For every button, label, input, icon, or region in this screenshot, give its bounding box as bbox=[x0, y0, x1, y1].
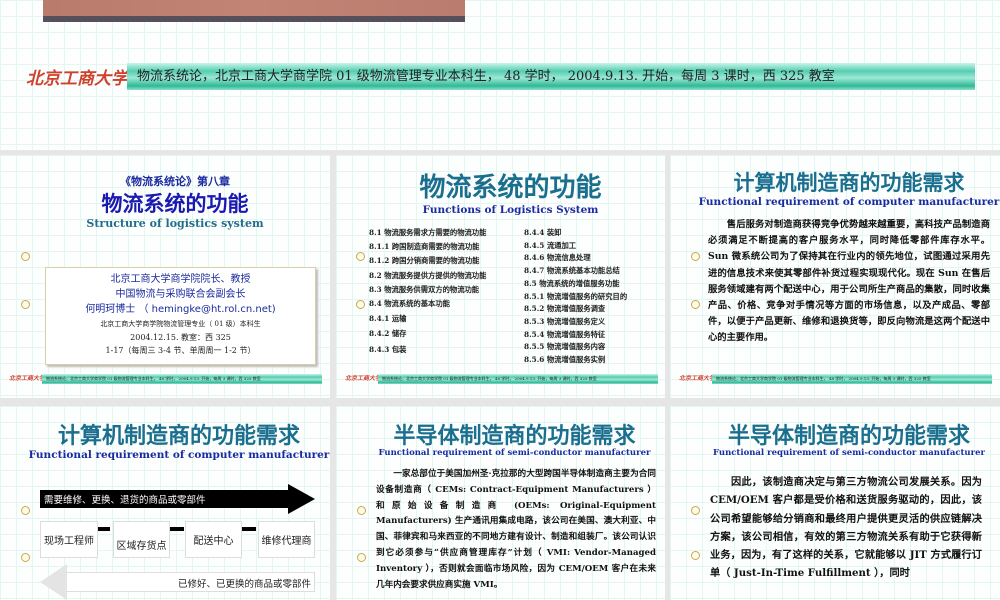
author-info-box: 北京工商大学商学院院长、教授 中国物流与采购联合会副会长 何明珂博士 （ hem… bbox=[45, 267, 316, 365]
slide-body-text: 售后服务对制造商获得竞争优势越来越重要，高科技产品制造商必须满足不断提高的客户服… bbox=[708, 219, 990, 344]
footer-banner-text: 物流系统论，北京工商大学商学院 01 级物流管理专业本科生， 48 学时， 20… bbox=[382, 376, 597, 381]
bullet-icon bbox=[357, 506, 366, 515]
slide-title: 物流系统的功能 bbox=[101, 191, 249, 216]
slide-thumbnail-top[interactable]: 北京工商大学 物流系统论，北京工商大学商学院 01 级物流管理专业本科生， 48… bbox=[0, 0, 1000, 150]
info-line: 2004.12.15. 教室：西 325 bbox=[130, 333, 231, 342]
bullet-icon bbox=[21, 553, 30, 562]
info-line: 1-17（每周三 3-4 节、单周周一 1-2 节） bbox=[105, 346, 256, 355]
slide-title: 计算机制造商的功能需求 bbox=[57, 423, 300, 449]
slide-subtitle: Functional requirement of computer manuf… bbox=[28, 449, 330, 461]
footer-banner-text: 物流系统论，北京工商大学商学院 01 级物流管理专业本科生， 48 学时， 20… bbox=[46, 376, 261, 381]
forward-flow-arrow: 需要维修、更换、退货的商品或零部件 bbox=[40, 484, 315, 514]
footer-logo: 北京工商大学 bbox=[9, 375, 46, 382]
toc-left-column: 8.1 物流服务需求方需要的物流功能 8.1.1 跨国制造商需要的物流功能 8.… bbox=[369, 226, 486, 357]
slide-body-text: 因此，该制造商决定与第三方物流公司发展关系。因为 CEM/OEM 客户都是受价格… bbox=[710, 476, 982, 580]
slide-title: 物流系统的功能 bbox=[419, 173, 602, 203]
footer-banner: 物流系统论，北京工商大学商学院 01 级物流管理专业本科生， 48 学时， 20… bbox=[378, 374, 658, 384]
toc-item[interactable]: 8.5.4 物流增值服务特征 bbox=[524, 329, 627, 342]
toc-item[interactable]: 8.4.3 包装 bbox=[369, 343, 486, 357]
bullet-icon bbox=[21, 300, 30, 309]
toc-item[interactable]: 8.4.1 运输 bbox=[369, 312, 486, 326]
footer-banner: 物流系统论，北京工商大学商学院 01 级物流管理专业本科生， 48 学时， 20… bbox=[712, 374, 992, 384]
return-flow-label: 已修好、已更换的商品或零部件 bbox=[177, 579, 311, 590]
small-arrow-icon bbox=[98, 527, 110, 531]
header-photo bbox=[43, 0, 465, 22]
info-line: 中国物流与采购联合会副会长 bbox=[115, 289, 246, 300]
toc-item[interactable]: 8.1.2 跨国分销商需要的物流功能 bbox=[369, 254, 486, 268]
slide-subtitle: Functional requirement of semi-conductor… bbox=[378, 448, 651, 458]
slide-subtitle: Functional requirement of computer manuf… bbox=[698, 196, 1000, 208]
bullet-icon bbox=[691, 252, 700, 261]
toc-item[interactable]: 8.4.7 物流系统基本功能总结 bbox=[524, 265, 627, 278]
slide-thumbnail-5[interactable]: 半导体制造商的功能需求 Functional requirement of se… bbox=[336, 406, 665, 600]
toc-right-column: 8.4.4 装卸 8.4.5 流通加工 8.4.6 物流信息处理 8.4.7 物… bbox=[524, 227, 627, 367]
course-banner: 物流系统论，北京工商大学商学院 01 级物流管理专业本科生， 48 学时， 20… bbox=[127, 63, 975, 90]
toc-item[interactable]: 8.4.2 储存 bbox=[369, 327, 486, 341]
slide-subtitle: Structure of logistics system bbox=[86, 217, 264, 230]
toc-item[interactable]: 8.5.1 物流增值服务的研究目的 bbox=[524, 291, 627, 304]
slide-title: 计算机制造商的功能需求 bbox=[733, 170, 965, 195]
university-logo: 北京工商大学 bbox=[26, 69, 128, 89]
footer-banner: 物流系统论，北京工商大学商学院 01 级物流管理专业本科生， 48 学时， 20… bbox=[42, 374, 322, 384]
toc-item[interactable]: 8.5 物流系统的增值服务功能 bbox=[524, 278, 627, 291]
forward-flow-label: 需要维修、更换、退货的商品或零部件 bbox=[44, 495, 206, 506]
bullet-icon bbox=[691, 551, 700, 560]
flow-node-regional-stock: 区域存货点 bbox=[113, 521, 170, 558]
toc-item[interactable]: 8.4.5 流通加工 bbox=[524, 240, 627, 253]
toc-item[interactable]: 8.1.1 跨国制造商需要的物流功能 bbox=[369, 240, 486, 254]
bullet-icon bbox=[21, 506, 30, 515]
small-arrow-icon bbox=[242, 527, 256, 531]
node-label: 配送中心 bbox=[193, 536, 234, 547]
toc-item[interactable]: 8.2 物流服务提供方提供的物流功能 bbox=[369, 269, 486, 283]
bullet-icon bbox=[357, 553, 366, 562]
flow-node-field-engineer: 现场工程师 bbox=[40, 521, 98, 558]
course-banner-text: 物流系统论，北京工商大学商学院 01 级物流管理专业本科生， 48 学时， 20… bbox=[137, 69, 835, 84]
info-line: 何明珂博士 （ hemingke@ht.rol.cn.net) bbox=[85, 304, 276, 315]
info-line: 北京工商大学商学院院长、教授 bbox=[110, 274, 251, 285]
slide-thumbnail-6[interactable]: 半导体制造商的功能需求 Functional requirement of se… bbox=[670, 406, 1000, 600]
node-label: 现场工程师 bbox=[44, 536, 94, 547]
return-flow-arrow: 已修好、已更换的商品或零部件 bbox=[40, 564, 315, 600]
slide-title: 半导体制造商的功能需求 bbox=[393, 423, 636, 449]
slide-thumbnail-2[interactable]: 物流系统的功能 Functions of Logistics System 8.… bbox=[336, 155, 665, 398]
node-label: 区域存货点 bbox=[116, 541, 167, 552]
bullet-icon bbox=[21, 252, 30, 261]
bullet-icon bbox=[691, 506, 700, 515]
toc-item[interactable]: 8.4.4 装卸 bbox=[524, 227, 627, 240]
info-line: 北京工商大学商学院物流管理专业（ 01 级）本科生 bbox=[100, 320, 261, 328]
toc-item[interactable]: 8.1 物流服务需求方需要的物流功能 bbox=[369, 226, 486, 240]
bullet-icon bbox=[356, 252, 365, 261]
slide-title: 半导体制造商的功能需求 bbox=[727, 423, 970, 449]
toc-item[interactable]: 8.4 物流系统的基本功能 bbox=[369, 297, 486, 311]
slide-thumbnail-4[interactable]: 计算机制造商的功能需求 Functional requirement of co… bbox=[0, 406, 330, 600]
footer-logo: 北京工商大学 bbox=[345, 375, 382, 382]
flow-node-distribution-center: 配送中心 bbox=[185, 521, 242, 558]
footer-logo: 北京工商大学 bbox=[679, 375, 716, 382]
toc-item[interactable]: 8.4.6 物流信息处理 bbox=[524, 252, 627, 265]
node-label: 维修代理商 bbox=[261, 536, 312, 547]
slide-subtitle: Functional requirement of semi-conductor… bbox=[713, 448, 985, 458]
footer-banner-text: 物流系统论，北京工商大学商学院 01 级物流管理专业本科生， 48 学时， 20… bbox=[716, 376, 931, 381]
toc-item[interactable]: 8.5.6 物流增值服务实例 bbox=[524, 354, 627, 367]
slide-thumbnail-3[interactable]: 计算机制造商的功能需求 Functional requirement of co… bbox=[670, 155, 1000, 398]
flow-node-repair-agent: 维修代理商 bbox=[258, 521, 315, 558]
toc-item[interactable]: 8.3 物流服务供需双方的物流功能 bbox=[369, 283, 486, 297]
toc-item[interactable]: 8.5.5 物流增值服务内容 bbox=[524, 341, 627, 354]
slide-subtitle: Functions of Logistics System bbox=[422, 204, 599, 216]
chapter-label: 《物流系统论》第八章 bbox=[120, 175, 230, 188]
bullet-icon bbox=[691, 300, 700, 309]
toc-item[interactable]: 8.5.3 物流增值服务定义 bbox=[524, 316, 627, 329]
bullet-icon bbox=[356, 300, 365, 309]
slide-thumbnail-1[interactable]: 《物流系统论》第八章 物流系统的功能 Structure of logistic… bbox=[0, 155, 330, 398]
slide-body-text: 一家总部位于美国加州圣·克拉那的大型跨国半导体制造商主要为合同设备制造商（ CE… bbox=[376, 469, 656, 590]
small-arrow-icon bbox=[170, 527, 184, 531]
toc-item[interactable]: 8.5.2 物流增值服务调查 bbox=[524, 303, 627, 316]
